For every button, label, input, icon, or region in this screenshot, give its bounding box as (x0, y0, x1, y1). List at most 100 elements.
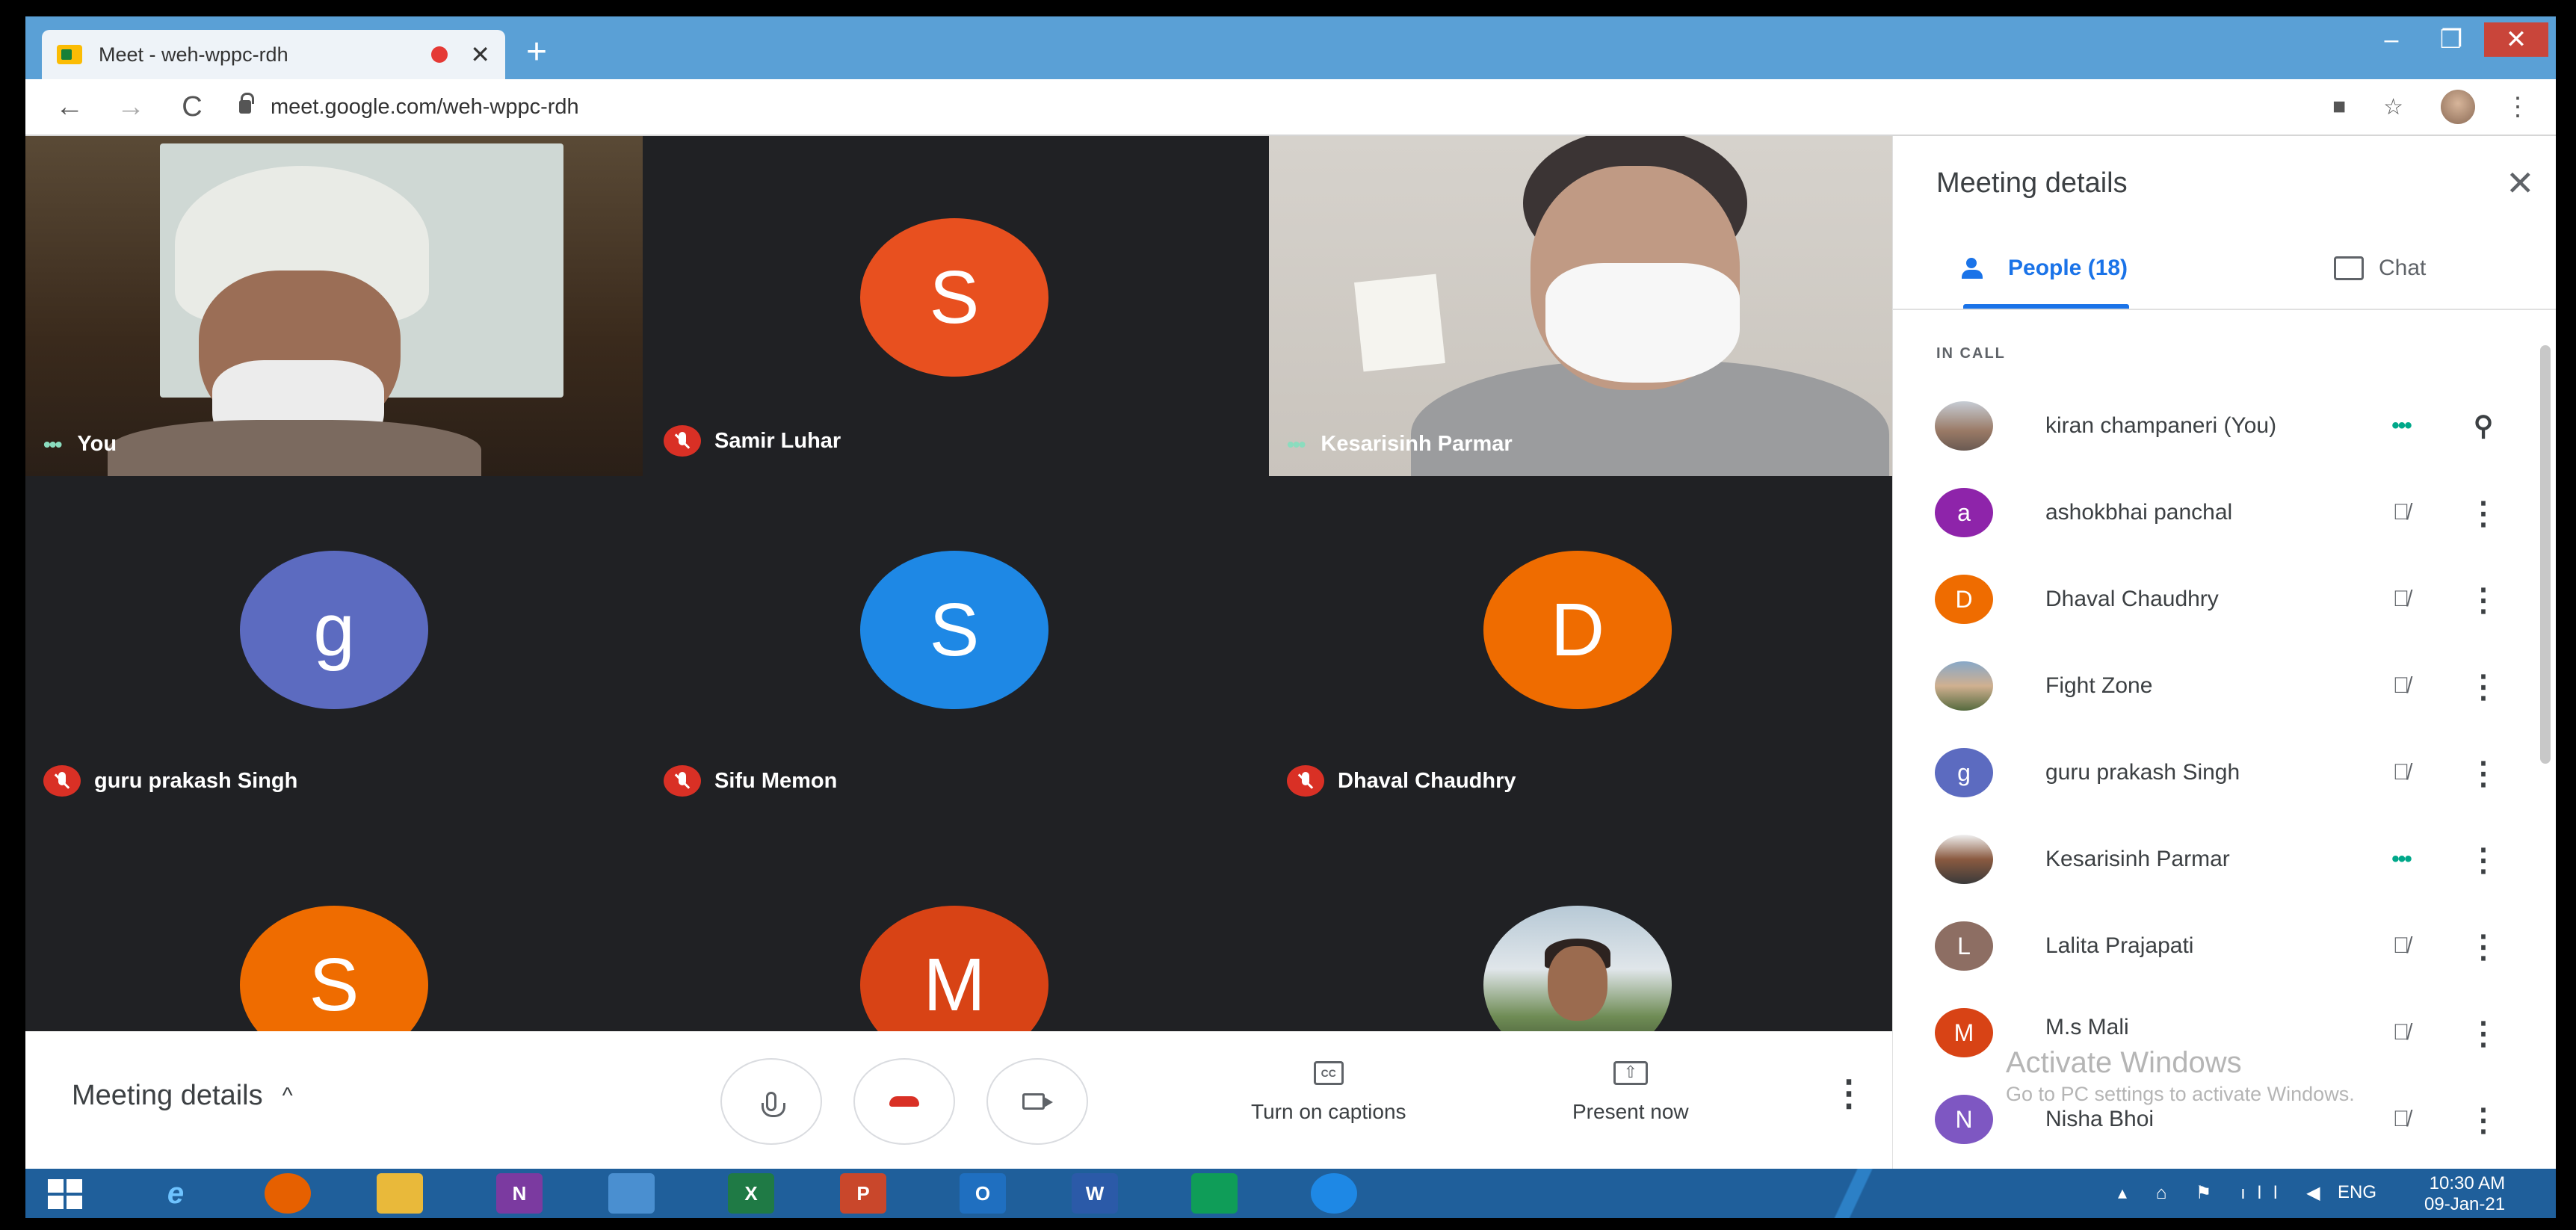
participant-tile[interactable]: S (25, 816, 643, 1031)
browser-window: Meet - weh-wppc-rdh ✕ + – ❐ ✕ ← → C meet… (25, 16, 2556, 1218)
chrome-icon[interactable] (608, 1173, 655, 1214)
powerpoint-icon[interactable]: P (840, 1173, 886, 1214)
avatar (1935, 401, 1993, 451)
new-tab-button[interactable]: + (526, 34, 547, 70)
store-icon[interactable] (1191, 1173, 1238, 1214)
mic-off-icon: 🎙̸ (2392, 1107, 2410, 1131)
participant-name: Lalita Prajapati (2045, 933, 2194, 958)
list-item[interactable]: Kesarisinh Parmar ••• ⋮ (1893, 816, 2556, 903)
participant-tile[interactable]: D Dhaval Chaudhry (1269, 476, 1892, 816)
taskbar-clock[interactable]: 10:30 AM 09-Jan-21 (2424, 1173, 2505, 1215)
browser-tab[interactable]: Meet - weh-wppc-rdh ✕ (42, 30, 505, 79)
more-options-icon[interactable]: ⋮ (2461, 1101, 2506, 1138)
participant-name: Dhaval Chaudhry (2045, 587, 2219, 611)
camera-extension-icon[interactable]: ■ (2332, 94, 2346, 120)
excel-icon[interactable]: X (728, 1173, 774, 1214)
outlook-icon[interactable]: O (960, 1173, 1006, 1214)
camera-button[interactable] (986, 1058, 1088, 1145)
participant-name-tag: ••• Kesarisinh Parmar (1287, 432, 1513, 457)
tab-chat[interactable]: Chat (2334, 256, 2426, 281)
language-indicator[interactable]: ENG (2338, 1182, 2376, 1203)
participant-tile[interactable]: ••• Kesarisinh Parmar (1269, 136, 1892, 476)
more-options-icon[interactable]: ⋮ (2461, 1015, 2506, 1051)
participant-tile[interactable]: g guru prakash Singh (25, 476, 643, 816)
mic-off-icon: 🎙̸ (2392, 933, 2410, 958)
more-options-icon[interactable]: ⋮ (2461, 495, 2506, 531)
participant-name: Dhaval Chaudhry (1338, 768, 1516, 793)
participant-tile[interactable]: M (646, 816, 1263, 1031)
meeting-details-button[interactable]: Meeting details ^ (72, 1080, 293, 1112)
list-item[interactable]: g guru prakash Singh 🎙̸ ⋮ (1893, 729, 2556, 816)
reload-button[interactable]: C (175, 91, 209, 123)
chat-icon (2334, 256, 2364, 280)
close-window-button[interactable]: ✕ (2484, 22, 2548, 57)
file-explorer-icon[interactable] (377, 1173, 423, 1214)
avatar (1935, 661, 1993, 711)
participant-tile[interactable]: S Samir Luhar (646, 136, 1263, 476)
onenote-icon[interactable]: N (496, 1173, 543, 1214)
participant-name-tag: guru prakash Singh (43, 765, 297, 797)
present-now-button[interactable]: ⇧ Present now (1572, 1061, 1689, 1124)
participant-avatar: S (860, 218, 1048, 377)
maximize-button[interactable]: ❐ (2421, 22, 2481, 57)
profile-avatar[interactable] (2441, 90, 2475, 124)
participant-photo-avatar (1483, 906, 1672, 1031)
speaking-indicator-icon: ••• (2391, 413, 2412, 438)
participant-name: M.s Mali (2045, 1015, 2129, 1039)
mic-off-icon: 🎙̸ (2392, 1020, 2410, 1045)
list-item[interactable]: L Lalita Prajapati 🎙̸ ⋮ (1893, 903, 2556, 989)
participant-name: Nisha Bhoi (2045, 1107, 2155, 1131)
participant-tile[interactable] (1269, 816, 1892, 1031)
people-tab-label: People (18) (2008, 256, 2128, 280)
participant-name-tag: Dhaval Chaudhry (1287, 765, 1516, 797)
close-panel-button[interactable]: ✕ (2506, 163, 2535, 203)
participant-tile-you[interactable]: ••• You (25, 136, 643, 476)
pin-icon[interactable]: ⚲ (2461, 410, 2506, 442)
system-tray-icons[interactable]: ▴ ⌂ ⚑ ıll ◀ (2118, 1182, 2332, 1204)
meet-favicon-icon (57, 45, 82, 64)
back-button[interactable]: ← (52, 91, 87, 123)
lock-icon (239, 93, 254, 114)
url-field[interactable]: meet.google.com/weh-wppc-rdh (271, 95, 2332, 120)
tab-close-button[interactable]: ✕ (470, 40, 490, 69)
mic-off-icon: 🎙̸ (2392, 760, 2410, 785)
more-options-icon[interactable]: ⋮ (2461, 755, 2506, 791)
present-label: Present now (1572, 1100, 1689, 1123)
list-item[interactable]: kiran champaneri (You) ••• ⚲ (1893, 383, 2556, 469)
avatar: N (1935, 1095, 1993, 1144)
more-options-icon[interactable]: ⋮ (1831, 1076, 1867, 1112)
list-item[interactable]: D Dhaval Chaudhry 🎙̸ ⋮ (1893, 556, 2556, 643)
participant-tile[interactable]: S Sifu Memon (646, 476, 1263, 816)
firefox-icon[interactable] (265, 1173, 311, 1214)
panel-title: Meeting details (1936, 167, 2128, 199)
mic-off-icon: 🎙̸ (2392, 500, 2410, 525)
present-screen-icon: ⇧ (1613, 1061, 1648, 1085)
more-options-icon[interactable]: ⋮ (2461, 668, 2506, 705)
chevron-up-icon: ^ (282, 1083, 293, 1108)
hang-up-button[interactable] (853, 1058, 955, 1145)
forward-button[interactable]: → (114, 91, 148, 123)
internet-explorer-icon[interactable]: e (152, 1173, 199, 1214)
participant-name: guru prakash Singh (94, 768, 298, 793)
camera-icon (1022, 1093, 1053, 1110)
tab-people[interactable]: People (18) (1962, 256, 2128, 281)
participant-name: kiran champaneri (You) (2045, 413, 2277, 438)
bookmark-star-icon[interactable]: ☆ (2383, 94, 2403, 120)
minimize-button[interactable]: – (2362, 22, 2421, 57)
microphone-button[interactable] (720, 1058, 822, 1145)
browser-menu-icon[interactable]: ⋮ (2505, 92, 2530, 122)
mic-off-icon (1287, 765, 1324, 797)
captions-button[interactable]: CC Turn on captions (1251, 1061, 1406, 1124)
recording-dot-icon (431, 46, 448, 63)
more-options-icon[interactable]: ⋮ (2461, 581, 2506, 618)
participant-name: Sifu Memon (714, 768, 838, 793)
word-icon[interactable]: W (1072, 1173, 1118, 1214)
list-item[interactable]: a ashokbhai panchal 🎙̸ ⋮ (1893, 469, 2556, 556)
more-options-icon[interactable]: ⋮ (2461, 841, 2506, 878)
windows-start-icon[interactable] (48, 1179, 82, 1209)
phone-hangup-icon (889, 1096, 919, 1107)
list-item[interactable]: Fight Zone 🎙̸ ⋮ (1893, 643, 2556, 729)
edge-icon[interactable] (1311, 1173, 1357, 1214)
more-options-icon[interactable]: ⋮ (2461, 928, 2506, 965)
participant-name: Samir Luhar (714, 428, 841, 453)
